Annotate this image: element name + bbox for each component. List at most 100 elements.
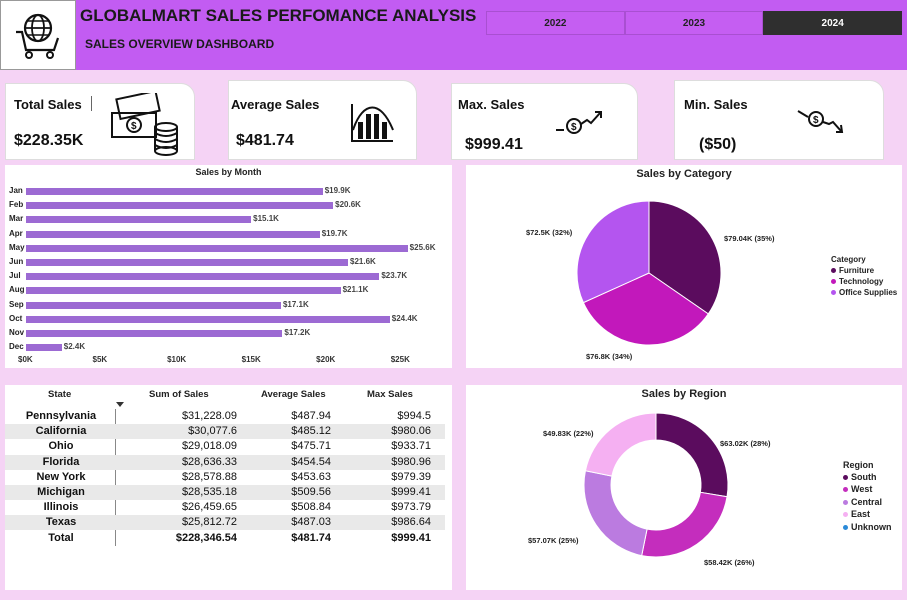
table-row[interactable]: Texas $25,812.72 $487.03 $986.64 — [5, 515, 445, 531]
legend-west[interactable]: West — [843, 484, 872, 494]
table-row[interactable]: Ohio $29,018.09 $475.71 $933.71 — [5, 439, 445, 454]
month-bar-row[interactable]: Apr $19.7K — [5, 228, 445, 241]
cell-state: Florida — [42, 455, 80, 468]
month-bar-row[interactable]: Nov $17.2K — [5, 327, 445, 340]
month-bar-value: $21.1K — [342, 285, 369, 295]
legend-south[interactable]: South — [843, 472, 877, 482]
cell-max-sales: $973.79 — [391, 501, 431, 514]
legend-east[interactable]: East — [843, 509, 870, 519]
region-slice-south[interactable] — [655, 412, 729, 498]
table-row[interactable]: Michigan $28,535.18 $509.56 $999.41 — [5, 485, 445, 500]
x-axis-tick: $25K — [390, 355, 410, 364]
month-bar[interactable] — [26, 188, 323, 195]
month-bar-row[interactable]: Dec $2.4K — [5, 341, 445, 354]
table-total-row[interactable]: Total $228,346.54 $481.74 $999.41 — [5, 531, 445, 546]
col-header-average-sales[interactable]: Average Sales — [261, 389, 326, 400]
sales-by-month-chart: Sales by Month Jan $19.9K Feb $20.6K Mar $15.… — [5, 165, 452, 368]
dashboard-subtitle: SALES OVERVIEW DASHBOARD — [85, 37, 275, 51]
cell-sum-of-sales: $228,346.54 — [175, 531, 237, 544]
month-bar[interactable] — [26, 315, 390, 323]
kpi-max-sales-value: $999.41 — [465, 136, 523, 153]
month-bar-row[interactable]: Sep $17.1K — [5, 299, 445, 312]
region-legend-title: Region — [843, 460, 874, 470]
year-2022-button[interactable]: 2022 — [486, 11, 625, 35]
table-row[interactable]: California $30,077.6 $485.12 $980.06 — [5, 424, 445, 440]
month-bar[interactable] — [26, 202, 334, 210]
table-row[interactable]: Florida $28,636.33 $454.54 $980.96 — [5, 454, 445, 470]
month-bar-row[interactable]: Jan $19.9K — [5, 185, 445, 198]
month-bar[interactable] — [26, 273, 380, 281]
month-bar[interactable] — [26, 287, 341, 295]
month-bar-value: $2.4K — [63, 342, 86, 352]
kpi-average-sales-card: Average Sales $481.74 — [228, 80, 417, 160]
month-bar-value: $19.7K — [321, 228, 348, 238]
table-row[interactable]: Illinois $26,459.65 $508.84 $973.79 — [5, 500, 445, 515]
region-slice-east[interactable] — [584, 412, 657, 477]
month-bar[interactable] — [26, 216, 252, 224]
region-donut — [583, 412, 729, 558]
kpi-average-sales-label: Average Sales — [231, 97, 320, 112]
month-bar-value: $24.4K — [391, 313, 418, 323]
month-bar[interactable] — [26, 344, 62, 352]
month-bar[interactable] — [26, 330, 283, 337]
month-bar-row[interactable]: Oct $24.4K — [5, 313, 445, 326]
header-bar: GLOBALMART SALES PERFOMANCE ANALYSIS SAL… — [0, 0, 907, 70]
category-label-furniture: $79.04K (35%) — [724, 234, 775, 243]
month-bar-row[interactable]: Mar $15.1K — [5, 213, 445, 226]
month-bar[interactable] — [26, 244, 408, 252]
logo — [0, 0, 76, 70]
cell-sum-of-sales: $30,077.6 — [188, 425, 237, 438]
legend-central[interactable]: Central — [843, 497, 882, 507]
month-bar-row[interactable]: Feb $20.6K — [5, 199, 445, 212]
legend-unknown[interactable]: Unknown — [843, 522, 892, 532]
cell-sum-of-sales: $28,535.18 — [181, 486, 237, 498]
kpi-max-sales-label: Max. Sales — [458, 97, 525, 112]
cell-state: California — [35, 425, 87, 438]
cell-max-sales: $980.96 — [391, 455, 431, 468]
money-stack-icon: $ — [111, 93, 178, 156]
region-slice-central[interactable] — [583, 470, 648, 557]
cell-state: Pennsylvania — [25, 410, 97, 422]
month-bar-value: $21.6K — [350, 257, 376, 266]
month-bar[interactable] — [26, 230, 320, 238]
category-label-office-supplies: $72.5K (32%) — [526, 228, 573, 237]
x-axis-tick: $15K — [241, 355, 261, 364]
legend-technology[interactable]: Technology — [831, 277, 883, 286]
sort-descending-icon[interactable] — [116, 402, 124, 407]
dashboard-title: GLOBALMART SALES PERFOMANCE ANALYSIS — [80, 6, 477, 25]
table-row[interactable]: New York $28,578.88 $453.63 $979.39 — [5, 470, 445, 485]
svg-text:$: $ — [131, 121, 137, 132]
dollar-up-trend-icon: $ — [556, 111, 602, 134]
kpi-average-sales-value: $481.74 — [236, 132, 294, 149]
year-slicer: 2022 2023 2024 — [486, 11, 903, 35]
month-bar-row[interactable]: Aug $21.1K — [5, 284, 445, 297]
year-2024-button[interactable]: 2024 — [763, 11, 903, 35]
sales-by-category-chart: Sales by Category $79.04K (35%) $76.8K (… — [466, 165, 902, 368]
table-row[interactable]: Pennsylvania $31,228.09 $487.94 $994.5 — [5, 409, 445, 424]
month-bar[interactable] — [26, 259, 349, 266]
month-bar-row[interactable]: Jun $21.6K — [5, 256, 445, 269]
month-bar-value: $15.1K — [253, 214, 279, 224]
kpi-min-sales-value: ($50) — [699, 136, 737, 153]
region-label-east: $49.83K (22%) — [543, 429, 594, 438]
year-2023-button[interactable]: 2023 — [624, 11, 764, 35]
legend-furniture[interactable]: Furniture — [831, 266, 874, 275]
month-bar-row[interactable]: Jul $23.7K — [5, 270, 445, 283]
x-axis-tick: $5K — [92, 355, 108, 364]
legend-office-supplies[interactable]: Office Supplies — [831, 288, 897, 297]
month-bar-value: $25.6K — [409, 242, 436, 252]
cell-state: Ohio — [48, 440, 74, 453]
col-header-sum-of-sales[interactable]: Sum of Sales — [149, 389, 209, 400]
region-slice-west[interactable] — [641, 491, 728, 558]
text-cursor — [91, 96, 92, 111]
region-label-south: $63.02K (28%) — [720, 439, 771, 448]
cell-sum-of-sales: $31,228.09 — [181, 410, 237, 422]
svg-text:$: $ — [813, 115, 819, 126]
month-bar-row[interactable]: May $25.6K — [5, 242, 445, 255]
col-header-max-sales[interactable]: Max Sales — [367, 389, 413, 400]
cell-sum-of-sales: $25,812.72 — [181, 516, 237, 529]
col-header-state[interactable]: State — [48, 389, 71, 400]
dollar-down-trend-icon: $ — [797, 110, 844, 133]
month-bar[interactable] — [26, 301, 281, 309]
month-bar-value: $20.6K — [335, 200, 361, 210]
